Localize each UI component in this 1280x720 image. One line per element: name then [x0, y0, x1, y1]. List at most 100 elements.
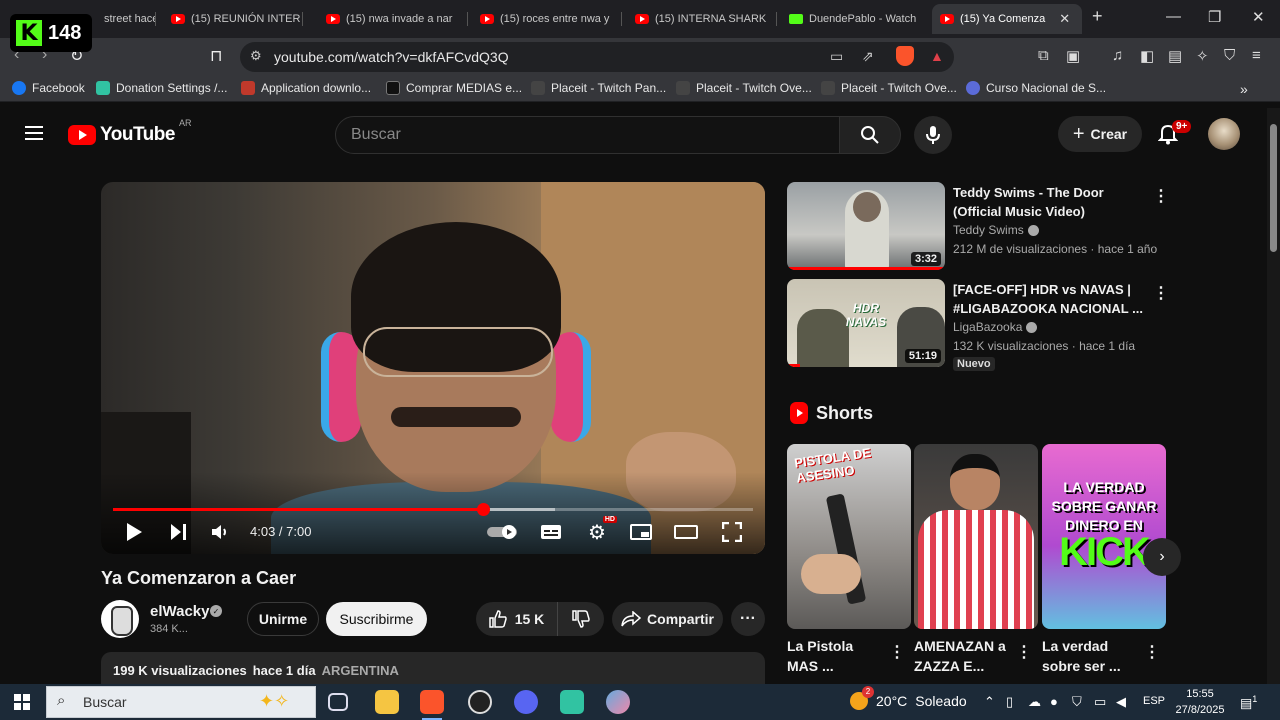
address-bar[interactable]: ⚙ youtube.com/watch?v=dkfAFCvdQ3Q ▭ ⇗ ▲ [240, 42, 954, 72]
video-thumbnail[interactable]: 3:32 [787, 182, 945, 270]
browser-tab[interactable]: (15) INTERNA SHARK [627, 4, 777, 34]
obs-icon[interactable] [468, 690, 492, 714]
weather-widget[interactable]: 2 20°C Soleado [850, 686, 967, 710]
close-tab-icon[interactable]: ✕ [1059, 11, 1070, 27]
bookmark-icon[interactable]: ⊓ [210, 46, 222, 66]
more-vertical-icon[interactable]: ⋮ [889, 642, 905, 662]
security-icon[interactable]: ⛉ [1072, 694, 1082, 710]
page-scrollbar[interactable] [1267, 108, 1280, 684]
microphone-icon[interactable]: ● [1050, 694, 1058, 709]
system-clock[interactable]: 15:55 27/8/2025 [1172, 686, 1228, 718]
video-thumbnail[interactable]: HDR NAVAS 51:19 [787, 279, 945, 367]
short-thumbnail[interactable]: LA VERDAD SOBRE GANAR DINERO EN KICK [1042, 444, 1166, 629]
cloud-icon[interactable]: ☁ [1028, 694, 1041, 710]
autoplay-toggle[interactable] [487, 520, 519, 544]
extensions-icon[interactable]: ⧉ [1038, 47, 1049, 64]
subtitles-button[interactable] [539, 520, 563, 544]
scrollbar-thumb[interactable] [1270, 124, 1277, 252]
location-tag[interactable]: ARGENTINA [322, 663, 399, 681]
new-tab-icon[interactable]: + [1092, 6, 1103, 27]
more-vertical-icon[interactable]: ⋮ [1016, 642, 1032, 662]
bookmark-item[interactable]: Placeit - Twitch Ove... [821, 81, 957, 95]
more-vertical-icon[interactable]: ⋮ [1144, 642, 1160, 662]
network-icon[interactable]: ▭ [1094, 694, 1106, 710]
browser-tab[interactable]: (15) REUNIÓN INTER [163, 4, 303, 34]
browser-tab[interactable]: (15) nwa invade a nar [318, 4, 468, 34]
short-thumbnail[interactable] [914, 444, 1038, 629]
volume-button[interactable] [209, 520, 231, 544]
close-window-icon[interactable]: ✕ [1252, 8, 1265, 26]
dislike-button[interactable] [558, 602, 604, 636]
recommended-title[interactable]: [FACE-OFF] HDR vs NAVAS | #LIGABAZOOKA N… [953, 280, 1143, 318]
more-bookmarks-icon[interactable]: » [1240, 81, 1248, 97]
theater-mode-button[interactable] [673, 520, 699, 544]
speaker-icon[interactable]: ◀ [1116, 694, 1126, 710]
youtube-logo[interactable]: YouTube AR [68, 118, 191, 146]
hamburger-menu-icon[interactable] [25, 126, 43, 140]
language-indicator[interactable]: ESP [1143, 695, 1165, 707]
browser-tab-active[interactable]: (15) Ya Comenza ✕ [932, 4, 1082, 34]
short-title[interactable]: AMENAZAN a ZAZZA E... [914, 636, 1014, 676]
bookmark-item[interactable]: Curso Nacional de S... [966, 81, 1106, 95]
shorts-next-button[interactable]: › [1143, 538, 1181, 576]
bookmark-item[interactable]: Comprar MEDIAS e... [386, 81, 522, 95]
more-vertical-icon[interactable]: ⋮ [1153, 283, 1169, 303]
recommended-video[interactable]: HDR NAVAS 51:19 [FACE-OFF] HDR vs NAVAS … [787, 279, 1169, 371]
paint-app-icon[interactable] [606, 690, 630, 714]
create-button[interactable]: + Crear [1058, 116, 1142, 152]
maximize-icon[interactable]: ❐ [1208, 8, 1221, 26]
file-explorer-icon[interactable] [375, 690, 399, 714]
tab-search-icon[interactable]: ▣ [1066, 47, 1080, 65]
subscribe-button[interactable]: Suscribirme [326, 602, 427, 636]
voice-search-button[interactable] [914, 116, 952, 154]
scrubber-handle[interactable] [476, 503, 490, 516]
browser-menu-icon[interactable]: ≡ [1252, 47, 1261, 64]
brave-shields-icon[interactable] [896, 46, 914, 66]
minimize-icon[interactable]: — [1166, 8, 1181, 25]
settings-button[interactable]: ⚙ HD [585, 516, 617, 544]
bookmark-item[interactable]: Application downlo... [241, 81, 371, 95]
channel-name[interactable]: elWacky [150, 603, 209, 620]
leo-ai-icon[interactable]: ✧ [1196, 47, 1209, 65]
search-button[interactable] [839, 116, 901, 154]
discord-icon[interactable] [514, 690, 538, 714]
taskbar-search-input[interactable]: ⌕ Buscar ✦✧ [46, 686, 316, 718]
browser-tab[interactable]: (15) roces entre nwa y [472, 4, 622, 34]
short-title[interactable]: La verdad sobre ser ... [1042, 636, 1142, 676]
progress-bar[interactable] [113, 503, 753, 516]
phone-link-icon[interactable]: ▯ [1006, 694, 1013, 710]
bookmark-item[interactable]: Placeit - Twitch Ove... [676, 81, 812, 95]
fullscreen-button[interactable] [721, 520, 743, 544]
bookmark-item[interactable]: Placeit - Twitch Pan... [531, 81, 666, 95]
recommended-video[interactable]: 3:32 Teddy Swims - The Door (Official Mu… [787, 182, 1169, 272]
channel-avatar[interactable] [101, 600, 139, 638]
more-actions-button[interactable]: ··· [731, 602, 765, 636]
bookmark-facebook[interactable]: Facebook [12, 81, 85, 95]
search-input[interactable]: Buscar [335, 116, 840, 154]
bookmark-item[interactable]: Donation Settings /... [96, 81, 227, 95]
miniplayer-button[interactable] [629, 520, 653, 544]
recommended-title[interactable]: Teddy Swims - The Door (Official Music V… [953, 183, 1143, 221]
recommended-channel[interactable]: LigaBazooka [953, 320, 1038, 334]
play-button[interactable] [123, 520, 145, 544]
like-button[interactable]: 15 K [476, 602, 558, 636]
windows-start-icon[interactable] [14, 694, 30, 710]
music-icon[interactable]: ♫ [1112, 47, 1123, 64]
streaming-app-icon[interactable] [560, 690, 584, 714]
cast-icon[interactable]: ▭ [830, 48, 843, 65]
brave-browser-icon[interactable] [420, 690, 444, 720]
show-hidden-icons-icon[interactable]: ⌃ [984, 694, 995, 710]
more-vertical-icon[interactable]: ⋮ [1153, 186, 1169, 206]
browser-tab[interactable]: DuendePablo - Watch [781, 4, 931, 34]
video-player[interactable]: 4:03 / 7:00 ⚙ HD [101, 182, 765, 554]
account-avatar[interactable] [1208, 118, 1240, 150]
vpn-icon[interactable]: ⛉ [1224, 47, 1235, 64]
next-button[interactable] [167, 520, 189, 544]
notification-center-icon[interactable]: ▤1 [1240, 694, 1257, 711]
short-title[interactable]: La Pistola MAS ... [787, 636, 887, 676]
sidebar-icon[interactable]: ◧ [1140, 47, 1154, 65]
recommended-channel[interactable]: Teddy Swims [953, 223, 1039, 237]
site-info-icon[interactable]: ⚙ [250, 48, 262, 64]
wallet-icon[interactable]: ▤ [1168, 47, 1182, 65]
share-button[interactable]: Compartir [612, 602, 723, 636]
